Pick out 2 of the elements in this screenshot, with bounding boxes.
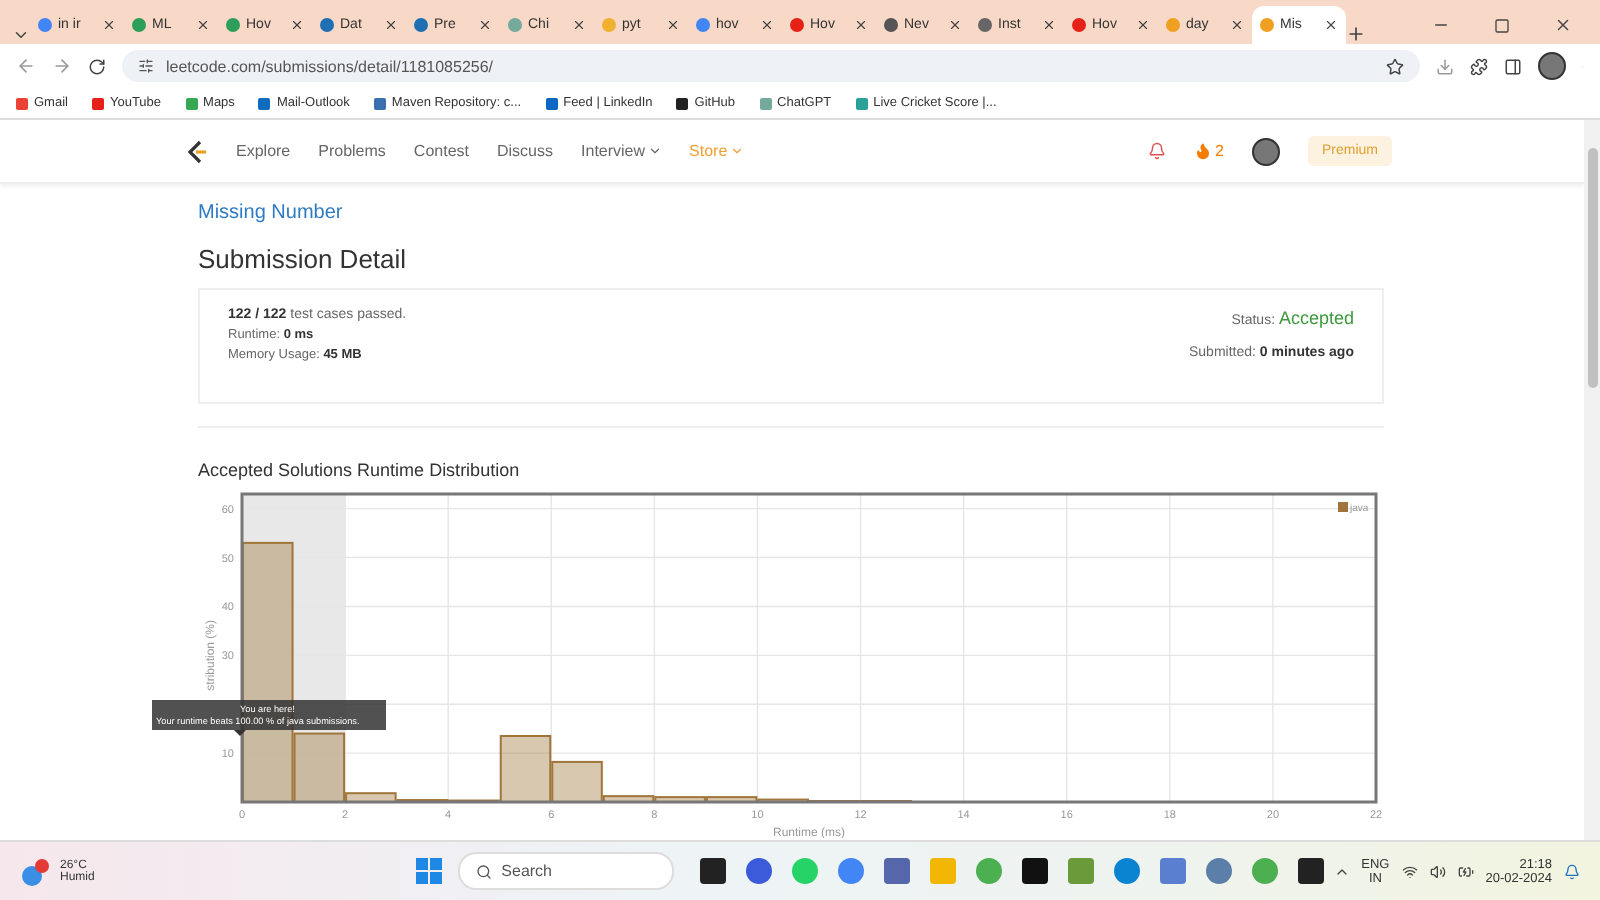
chart-title: Accepted Solutions Runtime Distribution <box>198 460 522 480</box>
page-heading: Submission Detail <box>198 244 409 274</box>
